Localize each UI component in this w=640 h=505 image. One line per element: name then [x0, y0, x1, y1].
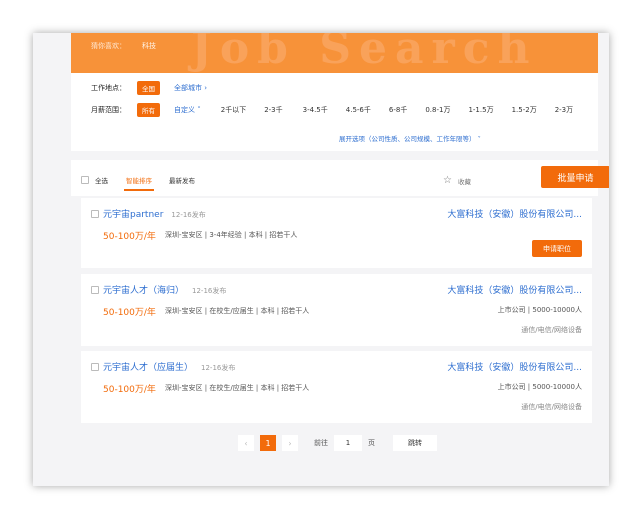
salary-option[interactable]: 1-1.5万 [468, 105, 493, 115]
job-title-link[interactable]: 元宇宙人才（应届生） [103, 363, 193, 373]
salary-option[interactable]: 3-4.5千 [303, 105, 328, 115]
job-checkbox[interactable] [91, 286, 99, 294]
company-link[interactable]: 大富科技（安徽）股份有限公司... [447, 207, 582, 220]
guess-label: 猜你喜欢： [91, 42, 126, 50]
favorite-button[interactable]: ☆ 收藏 [443, 175, 471, 186]
pagination: ‹ 1 › 前往 1 页 跳转 [238, 435, 437, 451]
job-title-line: 元宇宙人才（海归） 12-16发布 [103, 283, 226, 296]
job-requirements: 深圳-宝安区 | 3-4年经验 | 本科 | 招若干人 [165, 231, 298, 239]
salary-option[interactable]: 2千以下 [221, 105, 246, 115]
sort-smart-tab[interactable]: 智能排序 [126, 175, 152, 185]
salary-chip-all[interactable]: 所有 [137, 103, 160, 117]
job-salary: 50-100万/年 [103, 232, 156, 242]
job-date: 12-16发布 [171, 211, 206, 219]
salary-option[interactable]: 2-3千 [264, 105, 282, 115]
job-requirements: 深圳-宝安区 | 在校生/应届生 | 本科 | 招若干人 [165, 384, 310, 392]
job-card[interactable]: 元宇宙人才（应届生） 12-16发布 50-100万/年 深圳-宝安区 | 在校生… [81, 351, 592, 423]
salary-option[interactable]: 6-8千 [389, 105, 407, 115]
page-unit-label: 页 [368, 439, 375, 447]
salary-custom-dropdown[interactable]: 自定义 ˅ [174, 105, 201, 115]
job-title-link[interactable]: 元宇宙partner [103, 210, 163, 220]
job-requirements: 深圳-宝安区 | 在校生/应届生 | 本科 | 招若干人 [165, 307, 310, 315]
job-date: 12-16发布 [192, 287, 227, 295]
job-card[interactable]: 元宇宙人才（海归） 12-16发布 50-100万/年 深圳-宝安区 | 在校生/… [81, 274, 592, 346]
checkbox-icon [81, 176, 89, 184]
company-industry: 通信/电信/网络设备 [521, 326, 582, 334]
location-label: 工作地点： [91, 84, 126, 92]
active-tab-indicator [124, 189, 154, 191]
search-banner: Job Search 猜你喜欢： 科技 [71, 33, 598, 73]
bulk-apply-button[interactable]: 批量申请 [541, 166, 609, 188]
prev-page-button[interactable]: ‹ [238, 435, 254, 451]
company-meta: 上市公司 | 5000-10000人 [497, 383, 582, 391]
favorite-label: 收藏 [457, 177, 471, 186]
company-link[interactable]: 大富科技（安徽）股份有限公司... [447, 360, 582, 373]
location-filter-row: 工作地点： 全国 全部城市 › [91, 81, 207, 95]
job-salary: 50-100万/年 [103, 308, 156, 318]
jump-button[interactable]: 跳转 [393, 435, 437, 451]
expand-options-label: 展开选项（公司性质、公司规模、工作年限等） [339, 135, 476, 143]
chevron-right-icon: › [204, 84, 208, 92]
job-title-link[interactable]: 元宇宙人才（海归） [103, 286, 184, 296]
job-title-line: 元宇宙partner 12-16发布 [103, 207, 206, 220]
salary-option[interactable]: 4.5-6千 [346, 105, 371, 115]
select-all-label: 全选 [95, 177, 108, 185]
company-meta: 上市公司 | 5000-10000人 [497, 306, 582, 314]
apply-job-button[interactable]: 申请职位 [532, 240, 582, 257]
guess-keyword[interactable]: 科技 [142, 42, 156, 50]
results-toolbar: 全选 智能排序 最新发布 ☆ 收藏 批量申请 [71, 160, 609, 196]
star-icon: ☆ [443, 175, 452, 186]
guess-you-like: 猜你喜欢： 科技 [91, 41, 156, 51]
salary-filter-row: 月薪范围： 所有 自定义 ˅ 2千以下 2-3千 3-4.5千 4.5-6千 6… [91, 103, 573, 117]
page-frame: Job Search 猜你喜欢： 科技 工作地点： 全国 全部城市 › 月薪范围：… [33, 33, 609, 486]
job-checkbox[interactable] [91, 210, 99, 218]
salary-custom-label: 自定义 [174, 106, 195, 114]
salary-option[interactable]: 2-3万 [555, 105, 573, 115]
company-industry: 通信/电信/网络设备 [521, 403, 582, 411]
goto-label: 前往 [314, 439, 328, 447]
company-link[interactable]: 大富科技（安徽）股份有限公司... [447, 283, 582, 296]
job-title-line: 元宇宙人才（应届生） 12-16发布 [103, 360, 235, 373]
all-cities-link[interactable]: 全部城市 › [174, 83, 207, 93]
goto-page-input[interactable]: 1 [334, 435, 362, 451]
page-number-current[interactable]: 1 [260, 435, 276, 451]
select-all-checkbox[interactable]: 全选 [81, 175, 108, 185]
job-salary: 50-100万/年 [103, 385, 156, 395]
job-card[interactable]: 元宇宙partner 12-16发布 50-100万/年 深圳-宝安区 | 3-4… [81, 198, 592, 268]
job-checkbox[interactable] [91, 363, 99, 371]
filter-panel: 工作地点： 全国 全部城市 › 月薪范围： 所有 自定义 ˅ 2千以下 2-3千… [71, 73, 598, 151]
salary-option[interactable]: 0.8-1万 [425, 105, 450, 115]
all-cities-label: 全部城市 [174, 84, 202, 92]
banner-watermark: Job Search [191, 33, 538, 73]
location-chip-national[interactable]: 全国 [137, 81, 160, 95]
job-date: 12-16发布 [201, 364, 236, 372]
next-page-button[interactable]: › [282, 435, 298, 451]
expand-options-link[interactable]: 展开选项（公司性质、公司规模、工作年限等） ˅ [339, 133, 481, 143]
salary-option[interactable]: 1.5-2万 [512, 105, 537, 115]
chevron-down-icon: ˅ [477, 135, 481, 143]
salary-label: 月薪范围： [91, 106, 126, 114]
chevron-down-icon: ˅ [197, 106, 201, 114]
sort-latest-tab[interactable]: 最新发布 [169, 175, 195, 185]
